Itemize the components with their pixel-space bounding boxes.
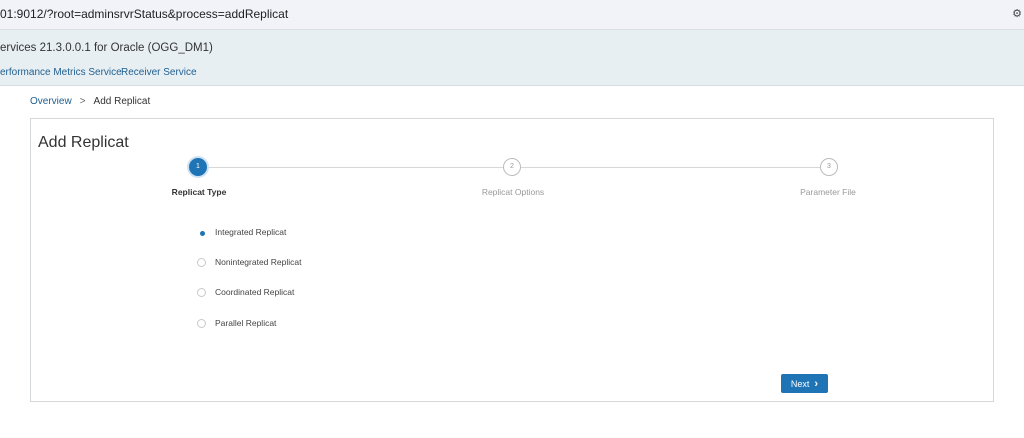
option-label: Integrated Replicat: [215, 227, 287, 237]
app-title: ervices 21.3.0.0.1 for Oracle (OGG_DM1): [0, 42, 213, 54]
option-nonintegrated-replicat[interactable]: Nonintegrated Replicat: [197, 255, 301, 269]
step-2-label: Replicat Options: [481, 187, 545, 197]
next-button-label: Next: [790, 378, 810, 389]
step-1-indicator[interactable]: 1: [189, 158, 207, 176]
breadcrumb: Overview > Add Replicat: [30, 96, 150, 107]
step-connector: [521, 167, 821, 168]
nav-link-receiver-service[interactable]: Receiver Service: [121, 67, 197, 78]
url-text[interactable]: 01:9012/?root=adminsrvrStatus&process=ad…: [0, 7, 288, 21]
step-3-indicator[interactable]: 3: [820, 158, 838, 176]
app-header: ervices 21.3.0.0.1 for Oracle (OGG_DM1) …: [0, 30, 1024, 86]
option-label: Nonintegrated Replicat: [215, 257, 302, 267]
radio-button[interactable]: [197, 287, 206, 297]
step-1-label: Replicat Type: [171, 187, 227, 197]
breadcrumb-separator: >: [79, 96, 86, 107]
step-connector: [209, 167, 503, 168]
option-label: Coordinated Replicat: [215, 287, 295, 297]
breadcrumb-overview[interactable]: Overview: [30, 96, 72, 107]
option-integrated-replicat[interactable]: Integrated Replicat: [197, 225, 286, 239]
step-3-label: Parameter File: [800, 187, 856, 197]
wizard-panel: Add Replicat 1 2 3 Replicat Type Replica…: [30, 118, 994, 402]
gear-icon[interactable]: ⚙: [1012, 7, 1022, 20]
breadcrumb-current: Add Replicat: [93, 96, 151, 107]
next-button[interactable]: Next ›: [781, 374, 828, 393]
radio-button-selected[interactable]: [197, 227, 206, 237]
page-title: Add Replicat: [38, 134, 129, 151]
option-label: Parallel Replicat: [215, 318, 277, 328]
nav-link-performance-metrics[interactable]: erformance Metrics Service: [0, 67, 122, 78]
option-parallel-replicat[interactable]: Parallel Replicat: [197, 316, 276, 330]
radio-button[interactable]: [197, 318, 206, 328]
chevron-right-icon: ›: [814, 377, 819, 390]
radio-button[interactable]: [197, 257, 206, 267]
option-coordinated-replicat[interactable]: Coordinated Replicat: [197, 285, 294, 299]
step-2-indicator[interactable]: 2: [503, 158, 521, 176]
address-bar[interactable]: 01:9012/?root=adminsrvrStatus&process=ad…: [0, 0, 1024, 30]
